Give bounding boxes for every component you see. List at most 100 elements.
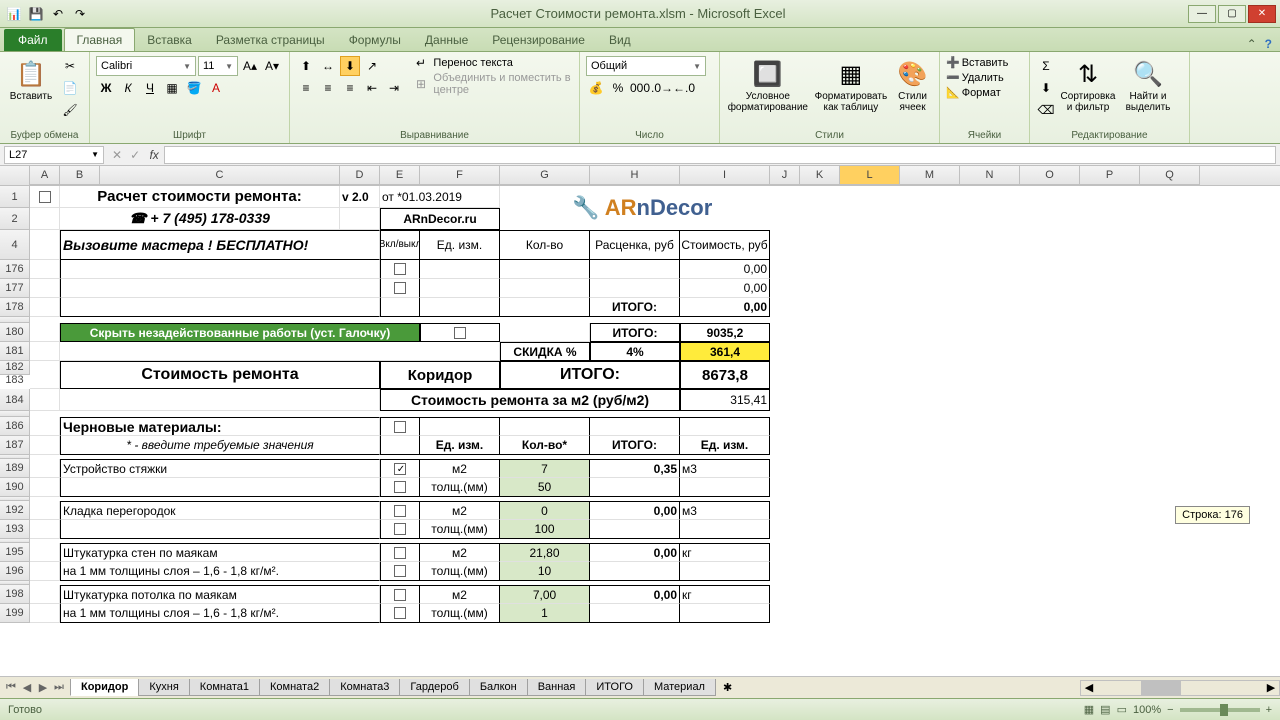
- row-header[interactable]: 195: [0, 543, 30, 562]
- delete-cells-button[interactable]: ➖ Удалить: [946, 71, 1023, 84]
- row-header[interactable]: 198: [0, 585, 30, 604]
- currency-icon[interactable]: 💰: [586, 78, 606, 98]
- fill-icon[interactable]: ⬇: [1036, 78, 1056, 98]
- col-header[interactable]: B: [60, 166, 100, 185]
- underline-button[interactable]: Ч: [140, 78, 160, 98]
- checkbox[interactable]: [394, 523, 406, 535]
- next-sheet-icon[interactable]: ▶: [36, 681, 50, 694]
- checkbox[interactable]: [394, 565, 406, 577]
- align-right-icon[interactable]: ≡: [340, 78, 360, 98]
- col-header[interactable]: J: [770, 166, 800, 185]
- row-header[interactable]: 189: [0, 459, 30, 478]
- row-header[interactable]: 187: [0, 436, 30, 455]
- indent-inc-icon[interactable]: ⇥: [384, 78, 404, 98]
- wrap-text-button[interactable]: ↵ Перенос текста: [416, 56, 573, 70]
- zoom-level[interactable]: 100%: [1133, 704, 1161, 716]
- format-cells-button[interactable]: 📐 Формат: [946, 86, 1023, 99]
- help-icon[interactable]: ?: [1265, 37, 1272, 51]
- row-header[interactable]: 193: [0, 520, 30, 539]
- h-scrollbar[interactable]: ◀ ▶: [1080, 680, 1280, 696]
- paste-button[interactable]: 📋 Вставить: [6, 56, 56, 139]
- header-title[interactable]: Расчет стоимости ремонта:: [60, 186, 340, 208]
- font-name-combo[interactable]: Calibri▼: [96, 56, 196, 76]
- autosum-icon[interactable]: Σ: [1036, 56, 1056, 76]
- fx-icon[interactable]: fx: [144, 148, 164, 162]
- dec-decimal-icon[interactable]: ←.0: [674, 78, 694, 98]
- checkbox[interactable]: [394, 505, 406, 517]
- checkbox[interactable]: [394, 547, 406, 559]
- sort-filter-button[interactable]: ⇅Сортировка и фильтр: [1060, 56, 1116, 139]
- first-sheet-icon[interactable]: ⏮: [4, 681, 18, 694]
- row-header[interactable]: 1: [0, 186, 30, 208]
- cell-styles-button[interactable]: 🎨Стили ячеек: [892, 56, 933, 139]
- tab-formulas[interactable]: Формулы: [337, 29, 413, 51]
- row-header[interactable]: 190: [0, 478, 30, 497]
- checkbox[interactable]: [39, 191, 51, 203]
- col-header[interactable]: H: [590, 166, 680, 185]
- tab-view[interactable]: Вид: [597, 29, 643, 51]
- align-center-icon[interactable]: ≡: [318, 78, 338, 98]
- col-header[interactable]: I: [680, 166, 770, 185]
- row-header[interactable]: 180: [0, 323, 30, 342]
- bold-button[interactable]: Ж: [96, 78, 116, 98]
- format-painter-icon[interactable]: 🖌: [60, 100, 80, 120]
- save-icon[interactable]: 💾: [26, 4, 46, 24]
- col-header[interactable]: P: [1080, 166, 1140, 185]
- zoom-in-icon[interactable]: +: [1266, 704, 1272, 716]
- col-header[interactable]: K: [800, 166, 840, 185]
- row-header[interactable]: 177: [0, 279, 30, 298]
- undo-icon[interactable]: ↶: [48, 4, 68, 24]
- grid[interactable]: A B C D E F G H I J K L M N O P Q 1 Расч…: [0, 166, 1280, 676]
- minimize-button[interactable]: —: [1188, 5, 1216, 23]
- font-color-icon[interactable]: A: [206, 78, 226, 98]
- tab-data[interactable]: Данные: [413, 29, 480, 51]
- enter-icon[interactable]: ✓: [126, 148, 144, 162]
- col-header[interactable]: D: [340, 166, 380, 185]
- file-tab[interactable]: Файл: [4, 29, 62, 51]
- view-break-icon[interactable]: ▭: [1117, 703, 1127, 716]
- col-header[interactable]: E: [380, 166, 420, 185]
- row-header[interactable]: 199: [0, 604, 30, 623]
- checkbox[interactable]: [394, 421, 406, 433]
- col-header[interactable]: N: [960, 166, 1020, 185]
- col-header[interactable]: G: [500, 166, 590, 185]
- view-normal-icon[interactable]: ▦: [1084, 703, 1094, 716]
- close-button[interactable]: ✕: [1248, 5, 1276, 23]
- insert-cells-button[interactable]: ➕ Вставить: [946, 56, 1023, 69]
- sheet-tab[interactable]: Комната2: [259, 679, 330, 696]
- sheet-tab[interactable]: Комната1: [189, 679, 260, 696]
- row-header[interactable]: 184: [0, 389, 30, 411]
- row-header[interactable]: 181: [0, 342, 30, 361]
- format-table-button[interactable]: ▦Форматировать как таблицу: [814, 56, 888, 139]
- maximize-button[interactable]: ▢: [1218, 5, 1246, 23]
- col-header[interactable]: M: [900, 166, 960, 185]
- row-header[interactable]: 178: [0, 298, 30, 317]
- clear-icon[interactable]: ⌫: [1036, 100, 1056, 120]
- sheet-tab[interactable]: Ванная: [527, 679, 587, 696]
- grow-font-icon[interactable]: A▴: [240, 56, 260, 76]
- tab-insert[interactable]: Вставка: [135, 29, 204, 51]
- tab-review[interactable]: Рецензирование: [480, 29, 597, 51]
- zoom-out-icon[interactable]: −: [1167, 704, 1173, 716]
- checkbox[interactable]: [394, 263, 406, 275]
- borders-icon[interactable]: ▦: [162, 78, 182, 98]
- col-header[interactable]: Q: [1140, 166, 1200, 185]
- row-header[interactable]: 186: [0, 417, 30, 436]
- redo-icon[interactable]: ↷: [70, 4, 90, 24]
- number-format-combo[interactable]: Общий▼: [586, 56, 706, 76]
- fill-color-icon[interactable]: 🪣: [184, 78, 204, 98]
- grid-body[interactable]: 1 Расчет стоимости ремонта: v 2.0 от *01…: [0, 186, 1280, 623]
- inc-decimal-icon[interactable]: .0→: [652, 78, 672, 98]
- row-header[interactable]: 4: [0, 230, 30, 260]
- tab-layout[interactable]: Разметка страницы: [204, 29, 337, 51]
- prev-sheet-icon[interactable]: ◀: [20, 681, 34, 694]
- checkbox[interactable]: [394, 463, 406, 475]
- row-header[interactable]: 2: [0, 208, 30, 230]
- sheet-tab[interactable]: Материал: [643, 679, 716, 696]
- col-header[interactable]: F: [420, 166, 500, 185]
- row-header[interactable]: 176: [0, 260, 30, 279]
- site-link[interactable]: ARnDecor.ru: [380, 208, 500, 230]
- percent-icon[interactable]: %: [608, 78, 628, 98]
- copy-icon[interactable]: 📄: [60, 78, 80, 98]
- merge-button[interactable]: ⊞ Объединить и поместить в центре: [416, 72, 573, 96]
